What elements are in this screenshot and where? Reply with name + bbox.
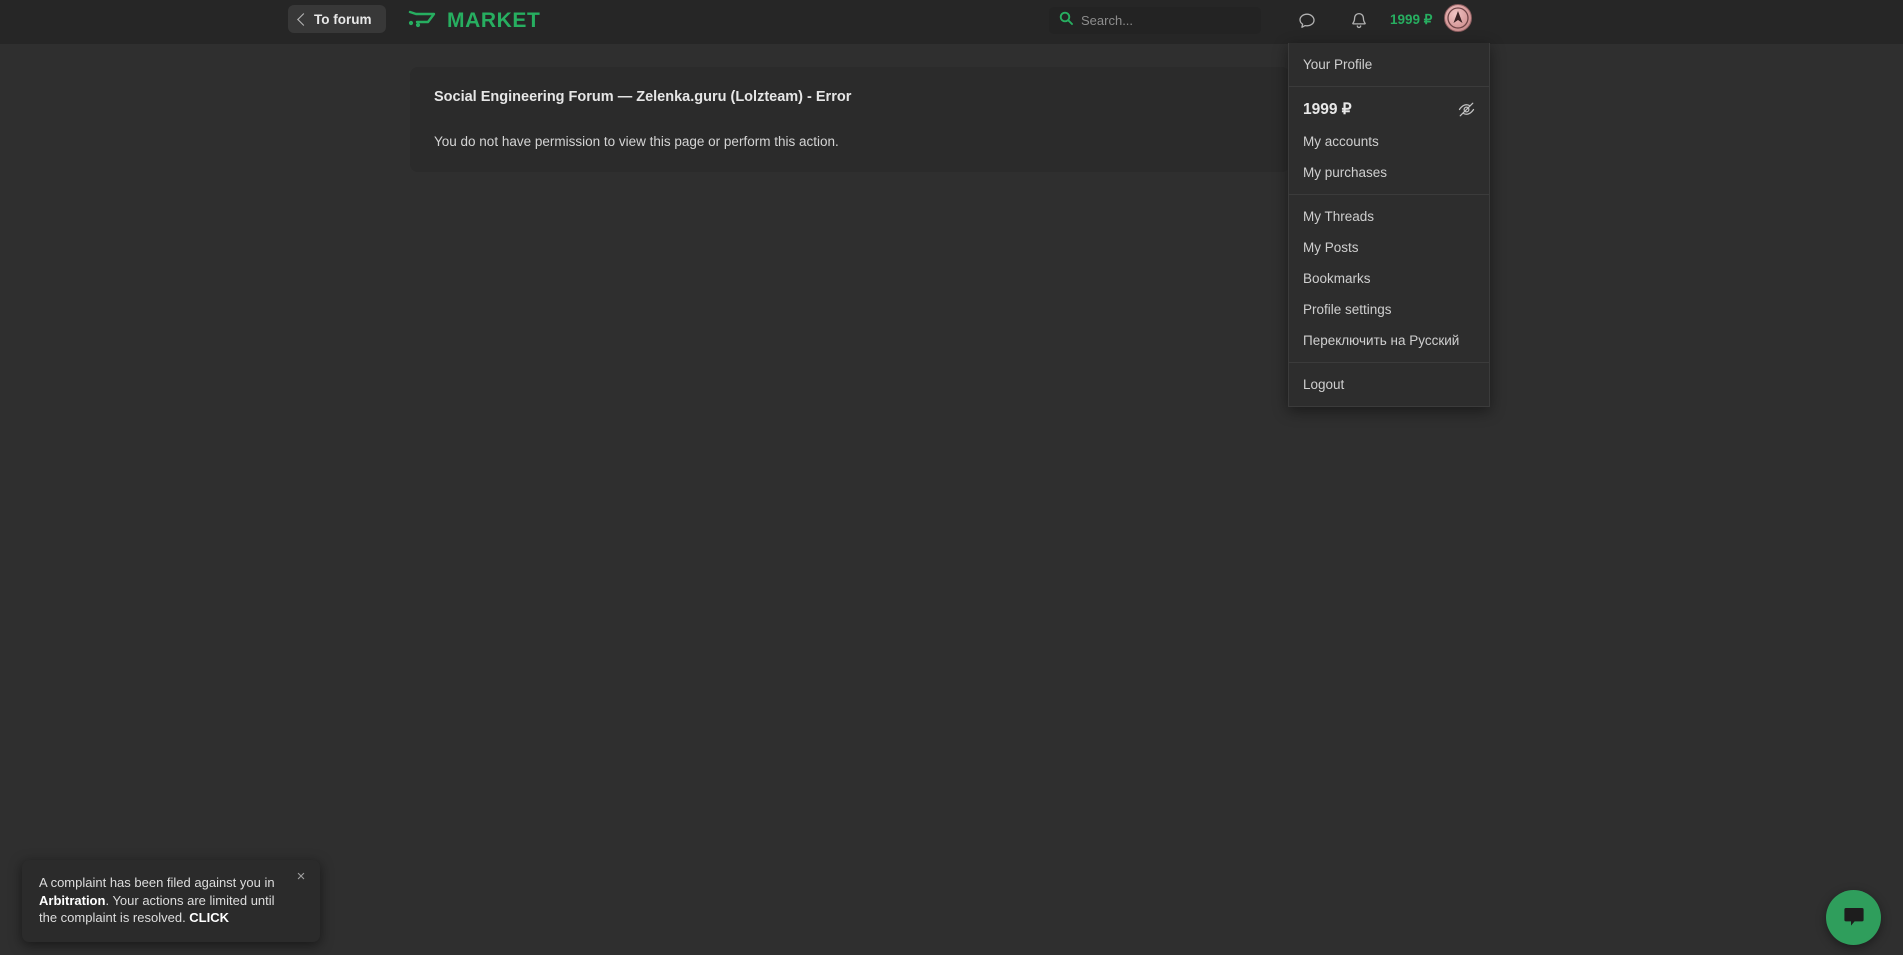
dropdown-section-account: 1999 ₽ My accounts My purchases — [1289, 87, 1489, 194]
dropdown-balance-value: 1999 ₽ — [1303, 101, 1352, 118]
menu-item-label: Logout — [1303, 377, 1345, 392]
notifications-icon[interactable] — [1347, 9, 1371, 33]
search-input[interactable] — [1081, 13, 1251, 28]
to-forum-button[interactable]: To forum — [288, 5, 386, 33]
dropdown-section-logout: Logout — [1289, 363, 1489, 406]
search-icon — [1059, 11, 1073, 30]
brand-logo[interactable]: MARKET — [408, 5, 540, 37]
menu-item-label: My purchases — [1303, 165, 1388, 180]
profile-dropdown-menu: Your Profile 1999 ₽ My accounts My purch… — [1288, 43, 1490, 407]
error-card: Social Engineering Forum — Zelenka.guru … — [410, 67, 1290, 172]
menu-item-my-threads[interactable]: My Threads — [1289, 201, 1489, 232]
dropdown-balance-row: 1999 ₽ — [1289, 93, 1489, 126]
menu-item-label: My Threads — [1303, 209, 1375, 224]
menu-item-label: My accounts — [1303, 134, 1379, 149]
menu-item-profile-settings[interactable]: Profile settings — [1289, 294, 1489, 325]
menu-item-my-purchases[interactable]: My purchases — [1289, 157, 1489, 188]
avatar[interactable] — [1444, 4, 1472, 32]
menu-item-label: Your Profile — [1303, 57, 1373, 72]
menu-item-label: My Posts — [1303, 240, 1359, 255]
close-icon[interactable]: × — [292, 868, 310, 886]
toast-click-link[interactable]: CLICK — [189, 910, 229, 925]
shopping-cart-icon — [408, 9, 438, 34]
dropdown-section-profile: Your Profile — [1289, 43, 1489, 86]
page-title: Social Engineering Forum — Zelenka.guru … — [434, 89, 852, 105]
toast-text-part1: A complaint has been filed against you i… — [39, 875, 275, 890]
search-box[interactable] — [1049, 7, 1261, 34]
toast-message: A complaint has been filed against you i… — [39, 874, 286, 927]
brand-label: MARKET — [447, 9, 541, 32]
toast-bold-word: Arbitration — [39, 892, 106, 908]
complaint-toast: A complaint has been filed against you i… — [22, 860, 320, 942]
menu-item-label: Profile settings — [1303, 302, 1392, 317]
avatar-emblem-icon — [1447, 7, 1469, 29]
messages-icon[interactable] — [1295, 9, 1319, 33]
menu-item-my-posts[interactable]: My Posts — [1289, 232, 1489, 263]
error-message: You do not have permission to view this … — [434, 134, 839, 149]
chat-widget-button[interactable] — [1826, 890, 1881, 945]
chat-bubble-icon — [1841, 903, 1867, 932]
menu-item-switch-language[interactable]: Переключить на Русский — [1289, 325, 1489, 356]
dropdown-section-nav: My Threads My Posts Bookmarks Profile se… — [1289, 195, 1489, 362]
menu-item-label: Переключить на Русский — [1303, 333, 1460, 348]
header-balance[interactable]: 1999 ₽ — [1390, 12, 1432, 28]
menu-item-bookmarks[interactable]: Bookmarks — [1289, 263, 1489, 294]
top-header: To forum MARKET 1999 ₽ — [0, 0, 1903, 44]
menu-item-my-accounts[interactable]: My accounts — [1289, 126, 1489, 157]
menu-item-label: Bookmarks — [1303, 271, 1371, 286]
chevron-left-icon — [297, 12, 310, 26]
menu-item-logout[interactable]: Logout — [1289, 369, 1489, 400]
menu-item-your-profile[interactable]: Your Profile — [1289, 49, 1489, 80]
eye-off-icon[interactable] — [1457, 100, 1476, 119]
to-forum-label: To forum — [314, 11, 372, 27]
